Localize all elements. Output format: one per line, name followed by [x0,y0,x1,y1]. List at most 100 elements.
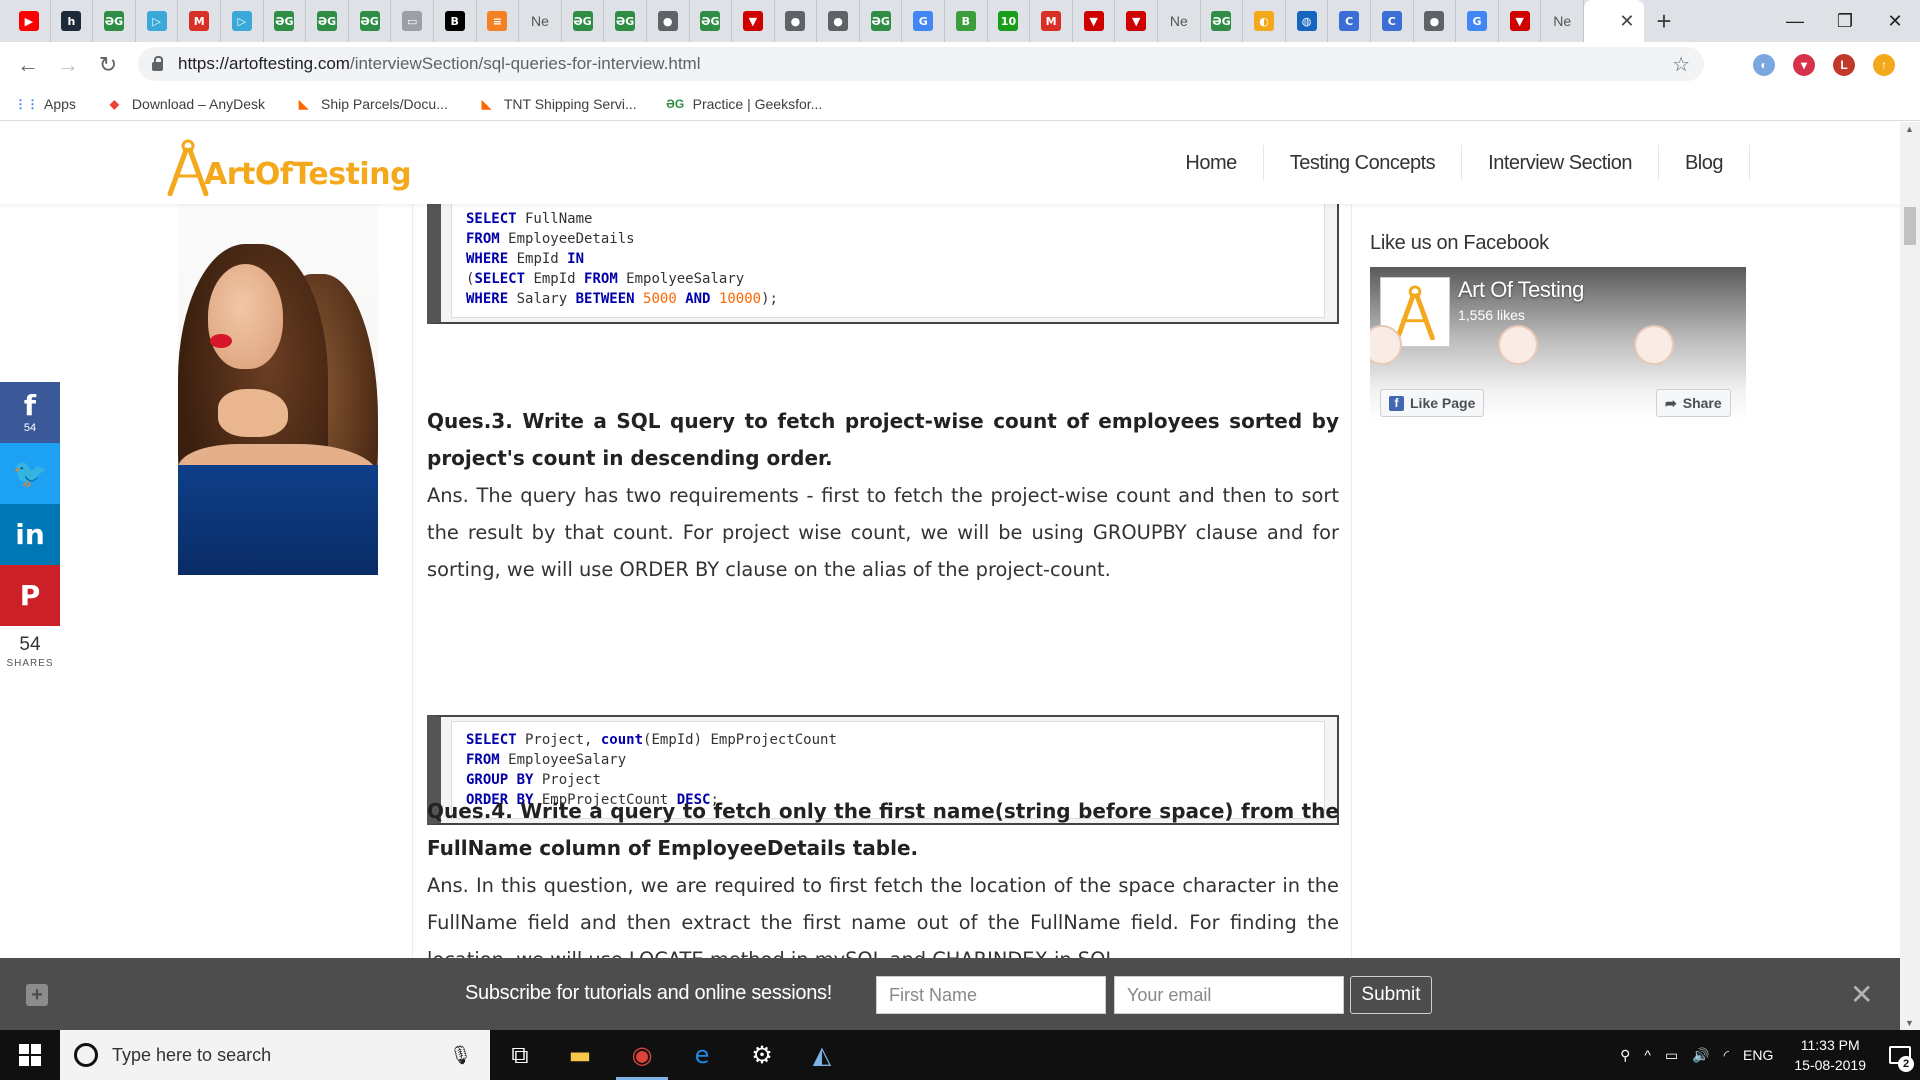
task-view-taskbar-button[interactable]: ⧉ [490,1030,550,1080]
microphone-icon[interactable]: 🎙 [449,1045,472,1066]
browser-tab[interactable]: ▼ [1499,0,1542,42]
reload-button[interactable]: ↻ [88,45,128,85]
browser-tab[interactable]: Ne [1541,0,1584,42]
browser-tab[interactable]: ▷ [136,0,179,42]
bookmark-star-icon[interactable]: ☆ [1672,52,1690,77]
browser-tab[interactable]: ● [817,0,860,42]
browser-tab[interactable]: ▷ [221,0,264,42]
wifi-icon[interactable]: ◜ [1724,1047,1729,1064]
bookmark-item[interactable]: ƏG Practice | Geeksfor... [666,95,822,112]
forward-button[interactable]: → [48,45,88,85]
browser-tab[interactable]: ƏG [93,0,136,42]
settings-taskbar-button[interactable]: ⚙ [732,1030,792,1080]
start-button[interactable] [0,1030,60,1080]
linkedin-share-button[interactable]: in [0,504,60,565]
browser-tab[interactable]: G [902,0,946,42]
nav-item-interview-section[interactable]: Interview Section [1462,145,1659,181]
browser-tab[interactable]: ◐ [1243,0,1286,42]
browser-tab[interactable]: ƏG [604,0,647,42]
taskbar-search-box[interactable]: Type here to search 🎙 [60,1030,490,1080]
expand-plus-icon[interactable]: + [26,984,48,1006]
close-tab-icon[interactable]: ✕ [1619,11,1634,32]
url-text[interactable]: https://artoftesting.com/interviewSectio… [178,54,701,74]
browser-tab[interactable]: Ne [519,0,562,42]
browser-tab[interactable]: ● [647,0,690,42]
email-input[interactable] [1114,976,1344,1014]
advertisement-image[interactable] [178,204,378,575]
browser-tab[interactable]: M [1030,0,1073,42]
volume-icon[interactable]: 🔊 [1692,1047,1709,1064]
browser-tab[interactable]: ƏG [264,0,307,42]
facebook-page-name[interactable]: Art Of Testing [1458,277,1584,303]
browser-tab[interactable]: ƏG [306,0,349,42]
browser-tab[interactable]: ƏG [349,0,392,42]
file-explorer-taskbar-button[interactable]: ▬ [550,1030,610,1080]
browser-tab[interactable]: ƏG [690,0,733,42]
bookmark-item[interactable]: ◆ Download – AnyDesk [106,95,265,112]
restore-button[interactable]: ❐ [1820,0,1870,42]
bookmark-item[interactable]: ◣ Ship Parcels/Docu... [295,95,448,112]
twitter-share-button[interactable]: 🐦 [0,443,60,504]
chevron-up-icon[interactable]: ^ [1644,1047,1651,1063]
action-center-button[interactable]: 2 [1880,1030,1920,1080]
browser-tab[interactable]: M [178,0,221,42]
browser-tab[interactable]: B [434,0,477,42]
browser-tab[interactable]: ◍ [1286,0,1329,42]
extension-blue-icon[interactable]: ◐ [1753,53,1775,76]
back-button[interactable]: ← [8,45,48,85]
code-block-1-body[interactable]: SELECT FullName FROM EmployeeDetails WHERE… [451,200,1325,318]
scrollbar-thumb[interactable] [1904,207,1916,245]
clock[interactable]: 11:33 PM 15-08-2019 [1794,1035,1866,1075]
profile-avatar-icon[interactable]: L [1833,53,1855,76]
browser-tab[interactable]: C [1371,0,1414,42]
nav-item-home[interactable]: Home [1159,145,1264,181]
close-window-button[interactable]: ✕ [1870,0,1920,42]
first-name-input[interactable] [876,976,1106,1014]
browser-tab[interactable]: ƏG [562,0,605,42]
browser-tab[interactable]: 10 [988,0,1031,42]
browser-tab[interactable]: Ne [1158,0,1201,42]
browser-tab[interactable]: h [51,0,94,42]
sql-server-taskbar-button[interactable]: ◭ [792,1030,852,1080]
facebook-share-button[interactable]: ➦ Share [1656,389,1731,417]
browser-tab[interactable]: C [1328,0,1371,42]
new-tab-button[interactable]: + [1644,0,1684,42]
battery-icon[interactable]: ▭ [1665,1047,1678,1064]
edge-taskbar-button[interactable]: e [672,1030,732,1080]
browser-tab[interactable]: ▶ [8,0,51,42]
facebook-share-button[interactable]: f 54 [0,382,60,443]
scroll-down-arrow-icon[interactable]: ▼ [1905,1018,1914,1028]
update-icon[interactable]: ↑ [1873,53,1895,76]
bookmark-item[interactable]: ◣ TNT Shipping Servi... [478,95,637,112]
site-logo[interactable]: ArtOfTesting [166,134,412,196]
browser-tab[interactable]: ▼ [732,0,775,42]
browser-tab[interactable]: B [945,0,988,42]
close-subscribe-icon[interactable]: ✕ [1850,978,1873,1011]
pinterest-share-button[interactable]: P [0,565,60,626]
page-scrollbar[interactable]: ▲ ▼ [1900,122,1920,1030]
address-bar[interactable]: https://artoftesting.com/interviewSectio… [138,47,1704,81]
browser-tab[interactable]: ● [1414,0,1457,42]
bookmark-item[interactable]: ⋮⋮ Apps [15,95,76,112]
chrome-taskbar-button[interactable]: ◉ [612,1030,672,1080]
browser-tab[interactable]: ● [775,0,818,42]
nav-item-blog[interactable]: Blog [1659,145,1750,181]
facebook-like-page-button[interactable]: f Like Page [1380,389,1485,417]
browser-tab[interactable]: ≡ [477,0,520,42]
nav-item-testing-concepts[interactable]: Testing Concepts [1264,145,1463,181]
browser-tab[interactable]: ƏG [860,0,903,42]
browser-tab[interactable]: G [1456,0,1499,42]
language-indicator[interactable]: ENG [1743,1047,1773,1063]
browser-tab[interactable]: ▼ [1073,0,1116,42]
submit-button[interactable]: Submit [1350,976,1432,1014]
minimize-button[interactable]: — [1770,0,1820,42]
browser-tab[interactable]: ƏG [1201,0,1244,42]
active-tab[interactable]: ✕ [1583,0,1644,42]
scroll-up-arrow-icon[interactable]: ▲ [1905,124,1914,134]
lock-icon[interactable] [152,55,163,71]
facebook-page-widget[interactable]: Art Of Testing 1,556 likes f Like Page ➦… [1370,267,1746,421]
browser-tab[interactable]: ▼ [1115,0,1159,42]
browser-tab[interactable]: ▭ [391,0,434,42]
people-icon[interactable]: ⚲ [1620,1047,1630,1064]
pocket-icon[interactable]: ▾ [1793,53,1815,76]
